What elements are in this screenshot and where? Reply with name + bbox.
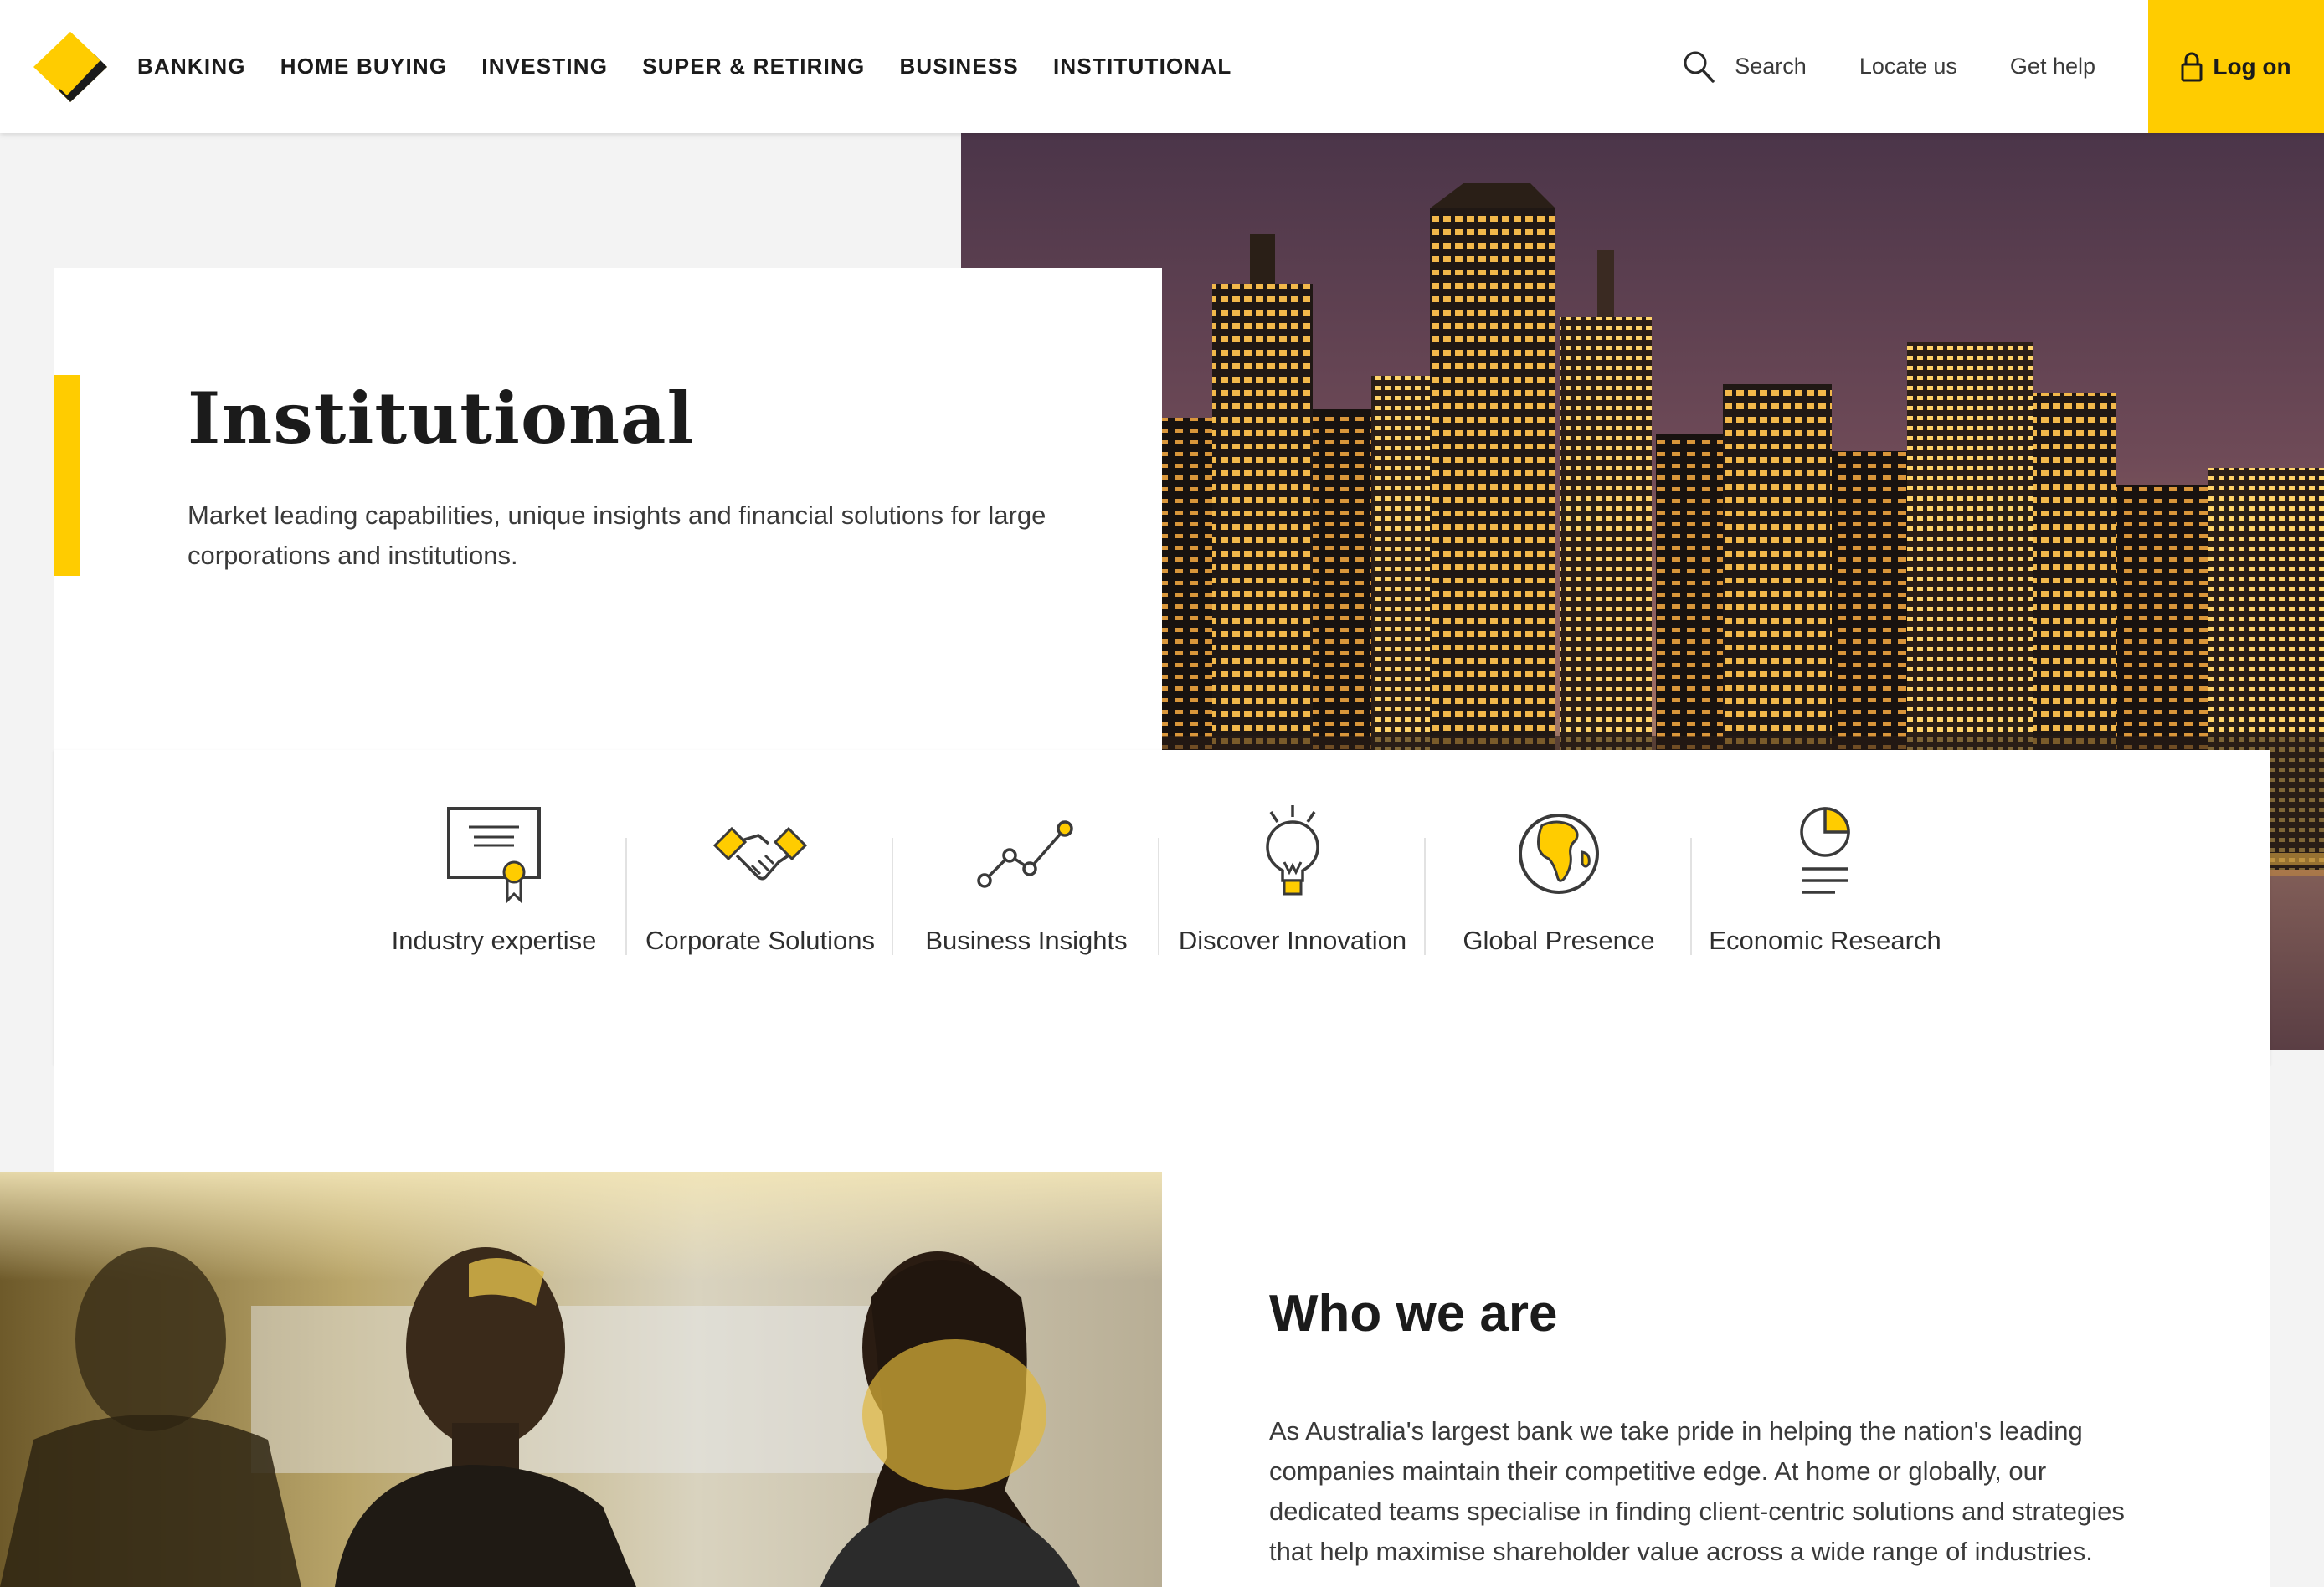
lightbulb-icon bbox=[1266, 805, 1319, 896]
capability-business-insights[interactable]: Business Insights bbox=[893, 750, 1159, 1065]
accent-bar bbox=[54, 375, 80, 576]
who-we-are-section: Who we are As Australia's largest bank w… bbox=[1162, 1065, 2270, 1587]
capability-label: Business Insights bbox=[925, 926, 1128, 955]
capability-label: Global Presence bbox=[1463, 926, 1655, 955]
capability-economic-research[interactable]: Economic Research bbox=[1692, 750, 1958, 1065]
section-background bbox=[54, 1065, 1162, 1172]
certificate-icon bbox=[447, 807, 541, 904]
site-header: BANKING HOME BUYING INVESTING SUPER & RE… bbox=[0, 0, 2324, 133]
capability-label: Economic Research bbox=[1709, 926, 1941, 955]
nav-banking[interactable]: BANKING bbox=[137, 54, 246, 80]
capability-discover-innovation[interactable]: Discover Innovation bbox=[1159, 750, 1426, 1065]
lock-icon bbox=[2181, 52, 2203, 81]
nav-business[interactable]: BUSINESS bbox=[899, 54, 1019, 80]
line-graph-icon bbox=[977, 820, 1073, 888]
main-nav: BANKING HOME BUYING INVESTING SUPER & RE… bbox=[137, 0, 1266, 133]
capability-label: Discover Innovation bbox=[1178, 926, 1407, 955]
capability-global-presence[interactable]: Global Presence bbox=[1426, 750, 1692, 1065]
search-icon bbox=[1684, 51, 1715, 83]
log-on-label: Log on bbox=[2213, 53, 2291, 80]
search-label: Search bbox=[1735, 54, 1807, 79]
hero-card: Institutional Market leading capabilitie… bbox=[54, 268, 1162, 750]
handshake-icon bbox=[712, 826, 808, 881]
capability-label: Industry expertise bbox=[391, 926, 597, 955]
nav-home-buying[interactable]: HOME BUYING bbox=[280, 54, 448, 80]
locate-us-link[interactable]: Locate us bbox=[1859, 54, 1957, 80]
nav-institutional[interactable]: INSTITUTIONAL bbox=[1053, 54, 1231, 80]
capabilities-bar: Industry expertise Corporate Solutions B… bbox=[54, 750, 2270, 1065]
capability-industry-expertise[interactable]: Industry expertise bbox=[361, 750, 627, 1065]
capability-label: Corporate Solutions bbox=[645, 926, 875, 955]
hero-description: Market leading capabilities, unique insi… bbox=[188, 501, 1046, 570]
page-title: Institutional bbox=[188, 377, 695, 460]
search-link[interactable]: Search bbox=[1683, 50, 1807, 84]
globe-icon bbox=[1519, 814, 1599, 894]
commbank-logo[interactable] bbox=[33, 32, 107, 102]
section-title: Who we are bbox=[1269, 1285, 1558, 1343]
capability-corporate-solutions[interactable]: Corporate Solutions bbox=[627, 750, 893, 1065]
who-we-are-image bbox=[0, 1172, 1162, 1587]
nav-super-retiring[interactable]: SUPER & RETIRING bbox=[642, 54, 865, 80]
section-body: As Australia's largest bank we take prid… bbox=[1269, 1416, 2125, 1566]
utility-nav: Search Locate us Get help Log on bbox=[1683, 0, 2324, 133]
log-on-button[interactable]: Log on bbox=[2148, 0, 2324, 133]
pie-report-icon bbox=[1800, 807, 1850, 894]
get-help-link[interactable]: Get help bbox=[2010, 54, 2095, 80]
nav-investing[interactable]: INVESTING bbox=[481, 54, 608, 80]
